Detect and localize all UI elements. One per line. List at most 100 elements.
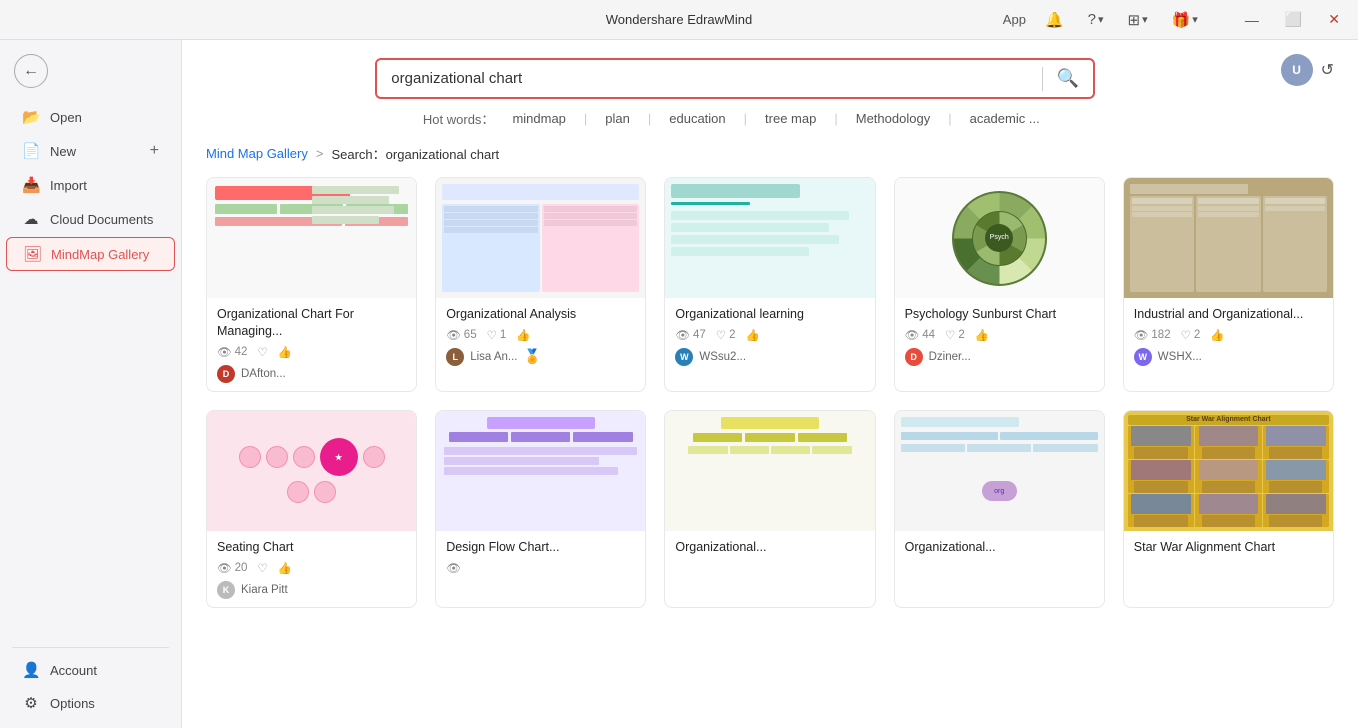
- gift-icon[interactable]: 🎁 ▾: [1167, 8, 1203, 32]
- card-heart-analysis[interactable]: ♡ 1: [487, 328, 507, 342]
- close-button[interactable]: ✕: [1322, 9, 1346, 30]
- search-box-wrapper: 🔍: [375, 58, 1095, 99]
- user-avatar[interactable]: U: [1281, 54, 1313, 86]
- hot-word-methodology[interactable]: Methodology: [848, 109, 938, 128]
- search-button[interactable]: 🔍: [1043, 60, 1093, 97]
- author-avatar-industrial: W: [1134, 348, 1152, 366]
- card-like-org1[interactable]: ♡: [257, 345, 267, 359]
- card-views-analysis: 👁 65: [446, 328, 476, 342]
- card-author-analysis: L Lisa An... 🏅: [446, 348, 635, 366]
- card-thumb-seating2[interactable]: 👍: [278, 561, 292, 575]
- card-title-org1: Organizational Chart For Managing...: [217, 306, 406, 340]
- sidebar-item-account[interactable]: 👤 Account: [6, 654, 175, 686]
- gallery-card-seating[interactable]: ★ Seating Chart 👁: [206, 410, 417, 608]
- cloud-icon: ☁: [22, 210, 40, 228]
- bell-icon[interactable]: 🔔: [1040, 8, 1069, 32]
- sidebar-bottom: 👤 Account ⚙ Options: [0, 641, 181, 720]
- gallery-card-blank[interactable]: org Organizational...: [894, 410, 1105, 608]
- card-title-seating: Seating Chart: [217, 539, 406, 556]
- refresh-icon[interactable]: ↺: [1321, 60, 1334, 80]
- hot-word-academic[interactable]: academic ...: [962, 109, 1048, 128]
- sunburst-label: Psych: [990, 234, 1009, 242]
- sidebar-mindmap-gallery-label: MindMap Gallery: [51, 247, 149, 262]
- card-thumb-analysis[interactable]: 👍: [516, 328, 530, 342]
- sidebar-item-import[interactable]: 📥 Import: [6, 169, 175, 201]
- card-title-design: Design Flow Chart...: [446, 539, 635, 556]
- sidebar-divider: [12, 647, 169, 648]
- card-title-learning: Organizational learning: [675, 306, 864, 323]
- mindmap-gallery-icon: 🖼: [23, 245, 41, 263]
- gallery-card-design[interactable]: Design Flow Chart... 👁: [435, 410, 646, 608]
- card-author-industrial: W WSHX...: [1134, 348, 1323, 366]
- gallery-card-learning[interactable]: Organizational learning 👁 47 ♡ 2 👍 W WSs…: [664, 177, 875, 392]
- back-button[interactable]: ←: [14, 54, 48, 88]
- card-title-industrial: Industrial and Organizational...: [1134, 306, 1323, 323]
- card-views-sunburst: 👁 44: [905, 328, 935, 342]
- search-input[interactable]: [377, 61, 1042, 96]
- card-thumb-sunburst: Psych: [895, 178, 1104, 298]
- sidebar-item-options[interactable]: ⚙ Options: [6, 687, 175, 719]
- card-thumb-up-org1[interactable]: 👍: [278, 345, 292, 359]
- grid-icon[interactable]: ⊞ ▾: [1123, 8, 1153, 32]
- sidebar-options-label: Options: [50, 696, 95, 711]
- minimize-button[interactable]: —: [1239, 10, 1265, 30]
- author-avatar-org1: D: [217, 365, 235, 383]
- card-info-analysis: Organizational Analysis 👁 65 ♡ 1 👍 L Lis…: [436, 298, 645, 374]
- eye-icon6: 👁: [217, 561, 232, 575]
- sidebar-item-new[interactable]: 📄 New +: [6, 135, 175, 167]
- card-thumb-learning[interactable]: 👍: [746, 328, 760, 342]
- card-info-starwars: Star War Alignment Chart: [1124, 531, 1333, 569]
- card-views-learning: 👁 47: [675, 328, 705, 342]
- breadcrumb-gallery-link[interactable]: Mind Map Gallery: [206, 146, 308, 161]
- sidebar-item-cloud[interactable]: ☁ Cloud Documents: [6, 203, 175, 235]
- card-stats-analysis: 👁 65 ♡ 1 👍: [446, 328, 635, 342]
- hot-word-treemap[interactable]: tree map: [757, 109, 824, 128]
- hot-word-education[interactable]: education: [661, 109, 733, 128]
- card-stats-design: 👁: [446, 561, 635, 575]
- app-label[interactable]: App: [1003, 12, 1026, 27]
- author-avatar-sunburst: D: [905, 348, 923, 366]
- hot-word-plan[interactable]: plan: [597, 109, 638, 128]
- import-icon: 📥: [22, 176, 40, 194]
- card-title-starwars: Star War Alignment Chart: [1134, 539, 1323, 556]
- gallery-card-industrial[interactable]: Industrial and Organizational... 👁 182 ♡…: [1123, 177, 1334, 392]
- breadcrumb-search-current: Search：organizational chart: [331, 144, 499, 163]
- account-icon: 👤: [22, 661, 40, 679]
- card-stats-seating: 👁 20 ♡ 👍: [217, 561, 406, 575]
- card-thumb-analysis: [436, 178, 645, 298]
- card-thumb-sunburst[interactable]: 👍: [975, 328, 989, 342]
- sidebar-item-open[interactable]: 📂 Open: [6, 101, 175, 133]
- gallery-card-org2[interactable]: Organizational...: [664, 410, 875, 608]
- titlebar-right: App 🔔 ? ▾ ⊞ ▾ 🎁 ▾ — ⬜ ✕: [1003, 8, 1346, 32]
- card-info-blank: Organizational...: [895, 531, 1104, 569]
- card-thumb-seating: ★: [207, 411, 416, 531]
- card-info-learning: Organizational learning 👁 47 ♡ 2 👍 W WSs…: [665, 298, 874, 374]
- breadcrumb-arrow: >: [316, 146, 324, 161]
- card-title-blank: Organizational...: [905, 539, 1094, 556]
- search-area: 🔍 Hot words： mindmap | plan | education …: [206, 40, 1265, 138]
- eye-icon2: 👁: [446, 328, 461, 342]
- card-heart-sunburst[interactable]: ♡ 2: [945, 328, 965, 342]
- card-heart-seating[interactable]: ♡: [257, 561, 267, 575]
- sidebar-import-label: Import: [50, 178, 87, 193]
- hot-word-mindmap[interactable]: mindmap: [504, 109, 573, 128]
- new-icon: 📄: [22, 142, 40, 160]
- gallery-card-sunburst[interactable]: Psych Psychology Sunburst Chart 👁 44 ♡ 2…: [894, 177, 1105, 392]
- card-heart-industrial[interactable]: ♡ 2: [1181, 328, 1201, 342]
- help-icon[interactable]: ? ▾: [1083, 8, 1109, 31]
- gallery-card-analysis[interactable]: Organizational Analysis 👁 65 ♡ 1 👍 L Lis…: [435, 177, 646, 392]
- card-stats-learning: 👁 47 ♡ 2 👍: [675, 328, 864, 342]
- card-heart-learning[interactable]: ♡ 2: [716, 328, 736, 342]
- new-plus-icon[interactable]: +: [150, 142, 159, 160]
- maximize-button[interactable]: ⬜: [1279, 9, 1308, 30]
- gallery-card-starwars[interactable]: Star War Alignment Chart: [1123, 410, 1334, 608]
- sidebar-item-mindmap-gallery[interactable]: 🖼 MindMap Gallery: [6, 237, 175, 271]
- card-author-sunburst: D Dziner...: [905, 348, 1094, 366]
- sidebar-account-label: Account: [50, 663, 97, 678]
- card-thumb-industrial2[interactable]: 👍: [1210, 328, 1224, 342]
- titlebar: Wondershare EdrawMind App 🔔 ? ▾ ⊞ ▾ 🎁 ▾ …: [0, 0, 1358, 40]
- card-thumb-industrial: [1124, 178, 1333, 298]
- gallery-card-org1[interactable]: Organizational Chart For Managing... 👁 4…: [206, 177, 417, 392]
- eye-icon4: 👁: [905, 328, 920, 342]
- gallery-grid: Organizational Chart For Managing... 👁 4…: [206, 177, 1334, 608]
